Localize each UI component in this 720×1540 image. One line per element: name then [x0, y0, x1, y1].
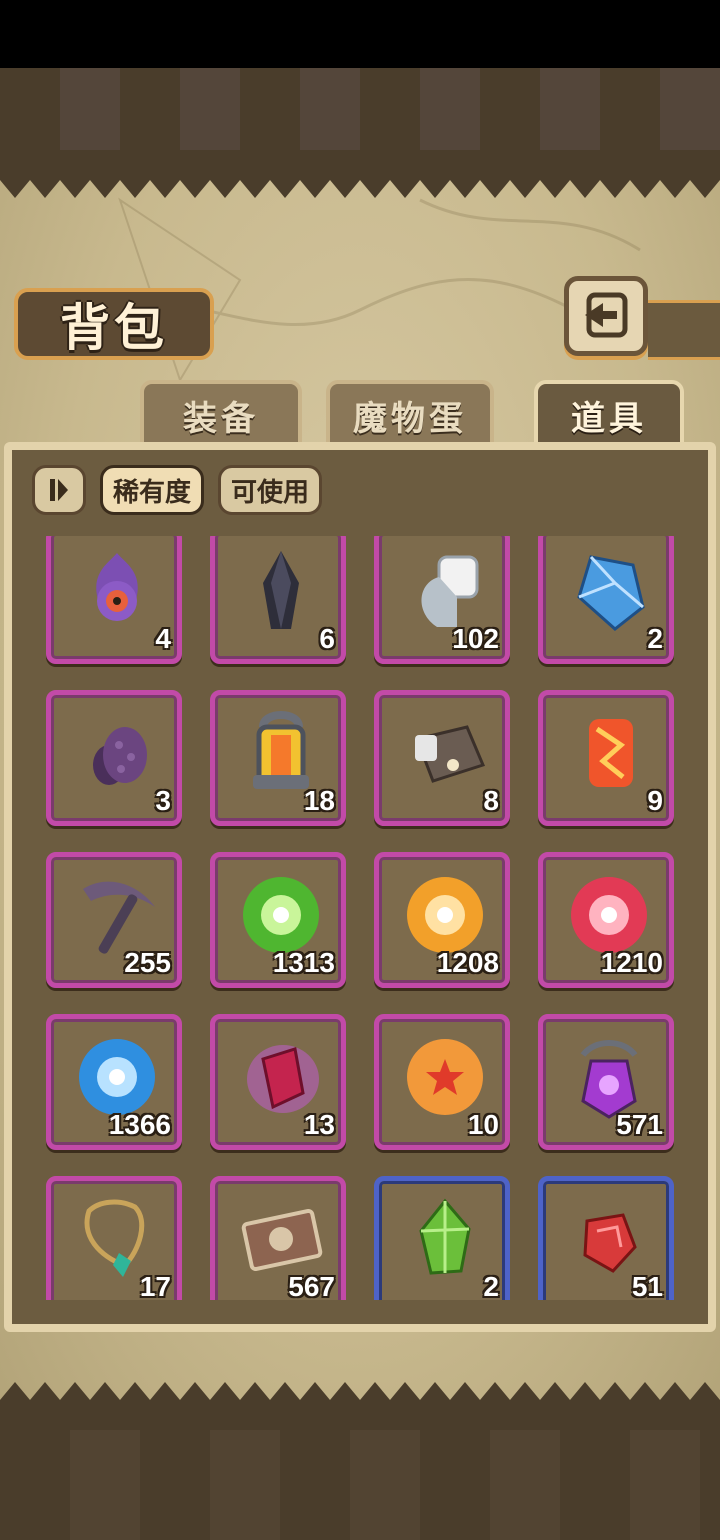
item-slot[interactable]: 1366: [46, 1014, 182, 1150]
sort-order-button[interactable]: [32, 465, 86, 515]
filter-usable-button[interactable]: 可使用: [218, 465, 322, 515]
filter-rarity-label: 稀有度: [112, 477, 191, 508]
tab-equipment[interactable]: 装备: [140, 380, 302, 446]
back-button[interactable]: [564, 276, 648, 356]
tab-monster-egg[interactable]: 魔物蛋: [326, 380, 494, 446]
item-quantity: 1313: [272, 947, 335, 978]
item-quantity: 17: [139, 1271, 171, 1300]
torn-edge-bottom: [0, 1382, 720, 1430]
dark-egg-icon: [93, 727, 147, 785]
item-quantity: 102: [452, 623, 499, 654]
item-quantity: 1210: [600, 947, 663, 978]
blue-gem-icon: [577, 555, 645, 631]
status-bar: [0, 0, 720, 68]
item-slot[interactable]: 9: [538, 690, 674, 826]
green-crystal-icon: [419, 1198, 471, 1275]
item-quantity: 1208: [436, 947, 499, 978]
item-slot[interactable]: 2: [374, 1176, 510, 1300]
item-quantity: 571: [616, 1109, 663, 1140]
item-slot[interactable]: 8: [374, 690, 510, 826]
item-quantity: 1366: [108, 1109, 171, 1140]
tab-items-label: 道具: [571, 398, 647, 439]
item-slot[interactable]: 3: [46, 690, 182, 826]
item-slot[interactable]: 6: [210, 536, 346, 664]
item-slot[interactable]: 17: [46, 1176, 182, 1300]
item-quantity: 10: [467, 1109, 499, 1140]
back-arrow-icon: [585, 292, 628, 338]
item-slot[interactable]: 1313: [210, 852, 346, 988]
item-quantity: 255: [124, 947, 171, 978]
item-grid[interactable]: 4 6 102 2 3 18 8 9 255 1313 1208 1210 13…: [30, 536, 690, 1300]
item-slot[interactable]: 567: [210, 1176, 346, 1300]
fire-stone-icon: [589, 719, 633, 787]
item-slot[interactable]: 102: [374, 536, 510, 664]
tab-items[interactable]: 道具: [534, 380, 684, 446]
dark-crystal-icon: [263, 551, 299, 629]
item-quantity: 6: [319, 623, 335, 654]
item-quantity: 4: [155, 623, 171, 654]
item-slot[interactable]: 10: [374, 1014, 510, 1150]
item-quantity: 567: [288, 1271, 335, 1300]
item-slot[interactable]: 1208: [374, 852, 510, 988]
metal-part-icon: [414, 725, 486, 783]
item-quantity: 8: [483, 785, 499, 816]
item-quantity: 13: [303, 1109, 335, 1140]
item-slot[interactable]: 2: [538, 536, 674, 664]
page-title: 背包: [60, 299, 168, 357]
item-quantity: 2: [647, 623, 663, 654]
back-button-rail: [648, 300, 720, 360]
tab-monster-egg-label: 魔物蛋: [353, 398, 467, 439]
item-slot[interactable]: 4: [46, 536, 182, 664]
item-slot[interactable]: 18: [210, 690, 346, 826]
page-title-plate: 背包: [14, 288, 214, 360]
item-quantity: 51: [631, 1271, 663, 1300]
item-slot[interactable]: 13: [210, 1014, 346, 1150]
torn-edge-top: [0, 150, 720, 198]
item-slot[interactable]: 51: [538, 1176, 674, 1300]
item-quantity: 2: [483, 1271, 499, 1300]
item-quantity: 3: [155, 785, 171, 816]
tab-equipment-label: 装备: [183, 398, 259, 439]
item-slot[interactable]: 1210: [538, 852, 674, 988]
filter-usable-label: 可使用: [230, 477, 309, 508]
filter-rarity-button[interactable]: 稀有度: [100, 465, 204, 515]
item-quantity: 9: [647, 785, 663, 816]
item-slot[interactable]: 255: [46, 852, 182, 988]
item-quantity: 18: [303, 785, 335, 816]
sort-toggle-icon: [50, 479, 68, 501]
tentacle-eye-icon: [96, 553, 138, 621]
item-slot[interactable]: 571: [538, 1014, 674, 1150]
